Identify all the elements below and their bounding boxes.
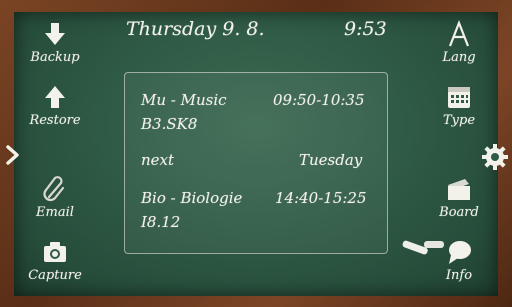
info-label: Info	[445, 268, 473, 283]
email-button[interactable]: Email	[20, 175, 90, 220]
next-subject: Bio - Biologie	[141, 189, 243, 207]
current-time: 09:50-10:35	[273, 91, 365, 109]
type-button[interactable]: Type	[424, 83, 494, 128]
lang-label: Lang	[442, 50, 476, 65]
capture-label: Capture	[28, 268, 82, 283]
date-display: Thursday 9. 8.	[126, 18, 265, 40]
next-room: I8.12	[141, 213, 181, 231]
gear-icon[interactable]	[480, 142, 510, 172]
email-label: Email	[36, 205, 74, 220]
next-day: Tuesday	[299, 151, 363, 169]
current-room: B3.SK8	[141, 115, 198, 133]
restore-button[interactable]: Restore	[20, 83, 90, 128]
chalk-pieces-decoration	[402, 240, 444, 255]
restore-label: Restore	[29, 113, 81, 128]
chevron-left-icon[interactable]	[3, 144, 21, 166]
backup-button[interactable]: Backup	[20, 20, 90, 65]
download-arrow-icon	[45, 23, 65, 45]
board-button[interactable]: Board	[424, 175, 494, 220]
capture-button[interactable]: Capture	[20, 238, 90, 283]
type-label: Type	[442, 113, 476, 128]
schedule-panel: Mu - Music 09:50-10:35 B3.SK8 next Tuesd…	[124, 72, 388, 254]
next-label: next	[141, 151, 175, 169]
calendar-icon	[448, 87, 470, 108]
current-subject: Mu - Music	[141, 91, 227, 109]
upload-arrow-icon	[45, 86, 65, 108]
time-display: 9:53	[344, 18, 387, 40]
letter-a-icon	[448, 20, 470, 47]
next-time: 14:40-15:25	[275, 189, 367, 207]
board-label: Board	[439, 205, 479, 220]
folder-icon	[448, 179, 470, 200]
paperclip-icon	[43, 176, 65, 202]
lang-button[interactable]: Lang	[424, 20, 494, 65]
camera-icon	[44, 242, 66, 262]
backup-label: Backup	[30, 50, 80, 65]
